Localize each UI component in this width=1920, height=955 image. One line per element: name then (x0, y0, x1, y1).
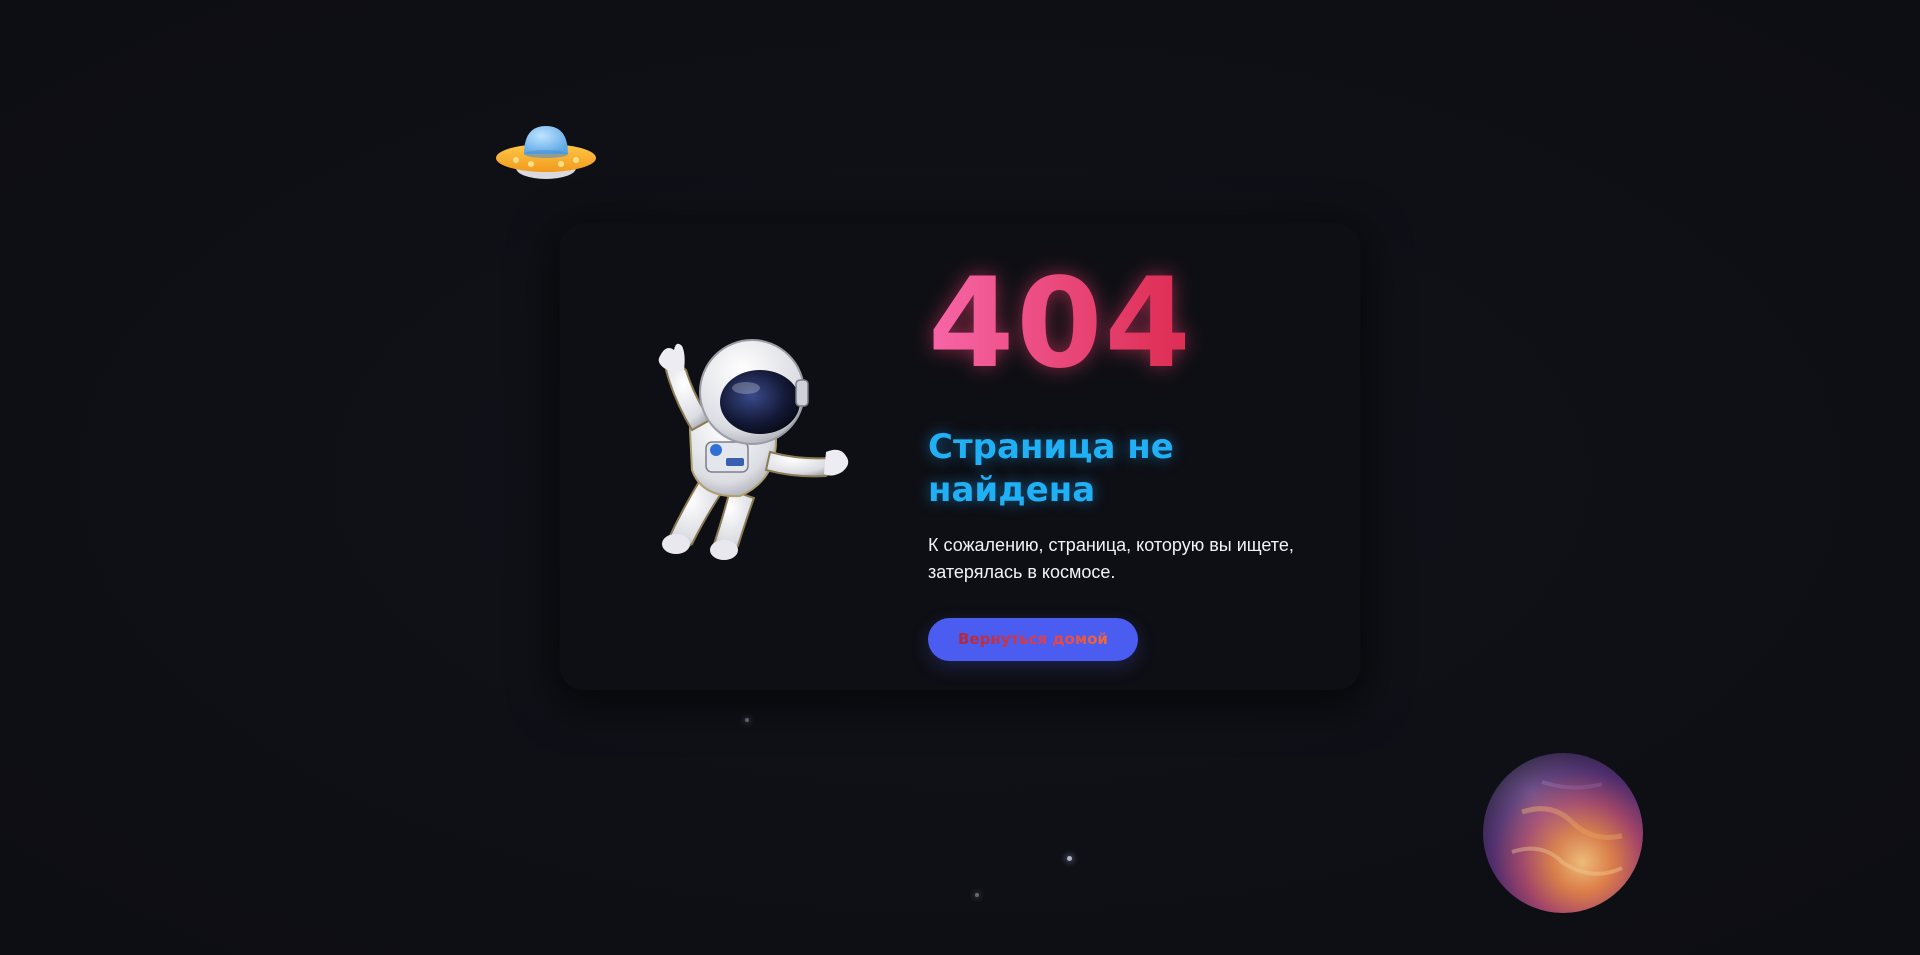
page-title: Страница не найдена (928, 427, 1174, 510)
star (975, 893, 979, 897)
star (745, 718, 749, 722)
page-background: 404 Страница не найдена К сожалению, стр… (0, 0, 1920, 955)
planet-illustration (1483, 753, 1643, 913)
error-description: К сожалению, страница, которую вы ищете,… (928, 535, 1294, 582)
home-button-label: Вернуться домой (958, 630, 1108, 648)
astronaut-illustration (658, 339, 849, 560)
ufo-icon (496, 126, 596, 179)
star (1067, 856, 1072, 861)
error-content: 404 Страница не найдена К сожалению, стр… (928, 262, 1348, 661)
home-button[interactable]: Вернуться домой (928, 618, 1138, 661)
error-code: 404 (928, 262, 1348, 386)
